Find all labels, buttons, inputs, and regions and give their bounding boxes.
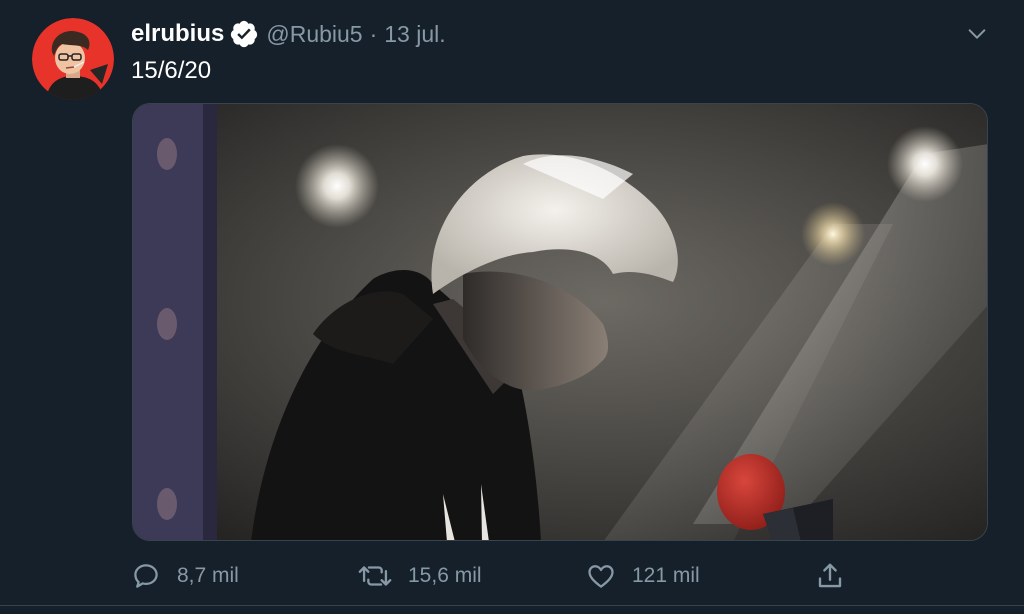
like-count: 121 mil (632, 564, 700, 587)
tweet-actions: 8,7 mil 15,6 mil 121 mil (131, 556, 851, 596)
share-icon (818, 563, 842, 588)
separator-dot: · (369, 20, 378, 47)
retweet-icon (358, 566, 392, 586)
tweet-text: 15/6/20 (131, 57, 212, 84)
avatar-icon (32, 18, 114, 100)
more-options-button[interactable] (960, 20, 994, 48)
photo-image (133, 104, 987, 540)
reply-count: 8,7 mil (177, 564, 239, 587)
chevron-down-icon (968, 29, 986, 39)
display-name[interactable]: elrubius (131, 20, 224, 48)
verified-badge-icon (229, 19, 259, 49)
like-button[interactable]: 121 mil (586, 556, 700, 596)
retweet-button[interactable]: 15,6 mil (358, 556, 482, 596)
reply-icon (134, 564, 158, 588)
avatar[interactable] (32, 18, 114, 100)
handle[interactable]: @Rubiu5 (266, 21, 362, 48)
share-button[interactable] (815, 556, 845, 596)
tweet-header: elrubius @Rubiu5 · 13 jul. (131, 18, 446, 50)
tweet-media-image[interactable] (132, 103, 988, 541)
tweet-date[interactable]: 13 jul. (384, 21, 445, 48)
tweet[interactable]: elrubius @Rubiu5 · 13 jul. 15/6/20 8,7 m… (0, 0, 1024, 614)
reply-button[interactable]: 8,7 mil (131, 556, 239, 596)
heart-icon (588, 565, 614, 588)
tweet-divider (0, 605, 1024, 614)
retweet-count: 15,6 mil (408, 564, 482, 587)
